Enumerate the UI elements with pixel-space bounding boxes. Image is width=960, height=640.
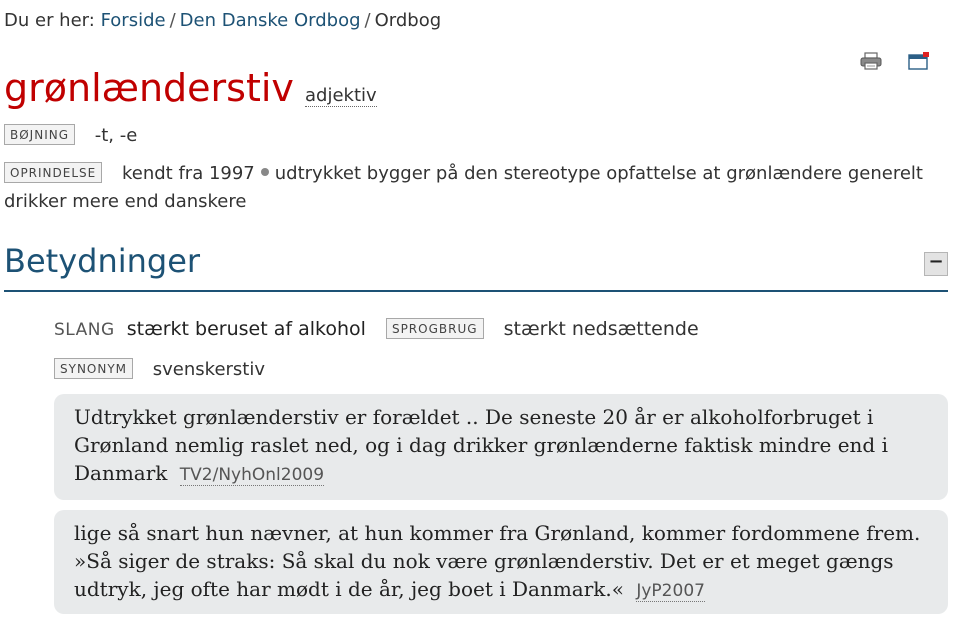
definition: stærkt beruset af alkohol xyxy=(126,318,366,340)
synonym-value[interactable]: svenskerstiv xyxy=(153,359,265,380)
printer-icon[interactable] xyxy=(860,52,882,70)
origin-year: kendt fra 1997 xyxy=(121,163,255,184)
citation-box: lige så snart hun nævner, at hun kommer … xyxy=(54,510,948,614)
part-of-speech[interactable]: adjektiv xyxy=(305,85,377,107)
citation-text: lige så snart hun nævner, at hun kommer … xyxy=(74,521,921,601)
citation-box: Udtrykket grønlænderstiv er forældet .. … xyxy=(54,394,948,500)
breadcrumb-current: Ordbog xyxy=(374,10,442,31)
inflection-value: -t, -e xyxy=(94,125,138,146)
breadcrumb: Du er her: Forside / Den Danske Ordbog / Ord… xyxy=(4,10,441,31)
meaning-row: SLANG stærkt beruset af alkohol SPROGBRU… xyxy=(54,318,699,340)
collapse-button[interactable]: − xyxy=(924,252,948,276)
new-window-icon[interactable] xyxy=(908,52,930,70)
origin-label: OPRINDELSE xyxy=(4,162,103,183)
breadcrumb-prefix: Du er her: xyxy=(4,10,95,31)
section-title: Betydninger xyxy=(4,242,201,280)
headword: grønlænderstiv xyxy=(4,66,294,110)
synonym-label: SYNONYM xyxy=(54,358,134,379)
breadcrumb-separator: / xyxy=(169,10,176,31)
inflection-label: BØJNING xyxy=(4,124,76,145)
citation-source[interactable]: TV2/NyhOnl2009 xyxy=(179,465,325,486)
inflection-row: BØJNING -t, -e xyxy=(4,124,137,146)
breadcrumb-link-den-danske-ordbog[interactable]: Den Danske Ordbog xyxy=(180,10,361,31)
page-tools xyxy=(860,52,930,70)
citation-source[interactable]: JyP2007 xyxy=(636,581,705,602)
headword-row: grønlænderstiv adjektiv xyxy=(4,66,377,110)
meanings-section-header: Betydninger − xyxy=(4,240,948,292)
breadcrumb-separator: / xyxy=(364,10,371,31)
usage-value: stærkt nedsættende xyxy=(503,318,699,340)
origin-row: OPRINDELSE kendt fra 1997 udtrykket bygge… xyxy=(4,160,948,216)
register-label: SLANG xyxy=(54,320,115,340)
breadcrumb-link-forside[interactable]: Forside xyxy=(101,10,166,31)
synonym-row: SYNONYM svenskerstiv xyxy=(54,358,265,380)
bullet-icon xyxy=(260,168,269,176)
usage-label: SPROGBRUG xyxy=(385,318,484,339)
